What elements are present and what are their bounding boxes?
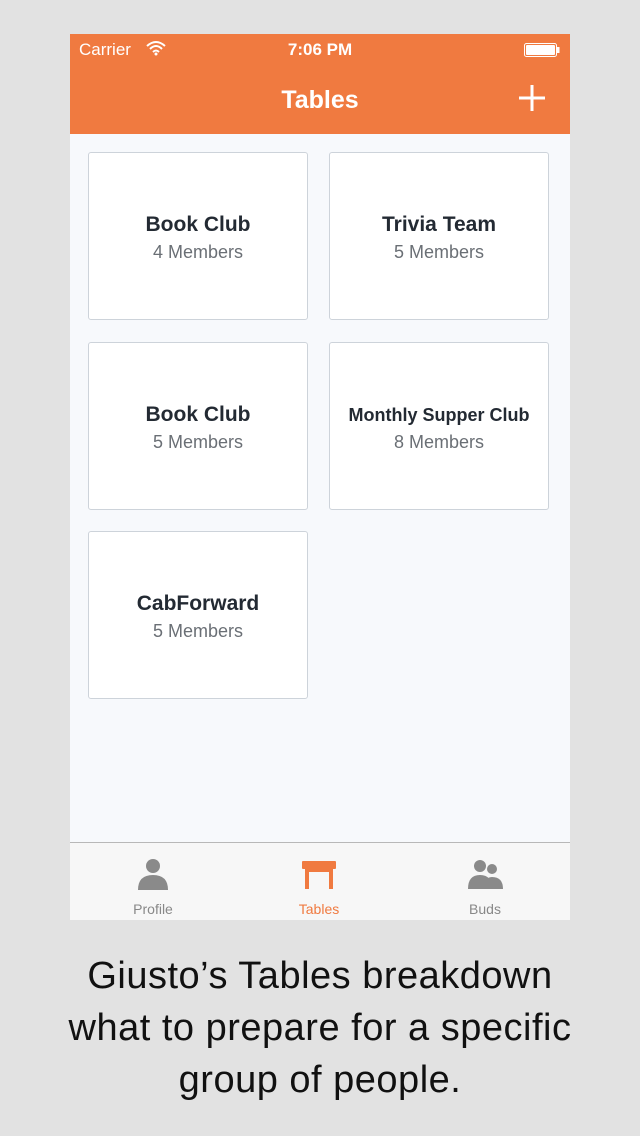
table-card-trivia-team[interactable]: Trivia Team 5 Members (329, 152, 549, 320)
table-member-count: 8 Members (393, 432, 485, 452)
tab-label: Buds (469, 901, 501, 917)
table-name: Book Club (145, 403, 251, 426)
table-name: Book Club (145, 213, 251, 236)
group-icon (468, 860, 503, 889)
table-name: CabForward (136, 592, 260, 615)
tab-tables[interactable]: Tables (236, 843, 402, 920)
tab-label: Tables (298, 901, 340, 917)
person-icon (138, 859, 168, 890)
battery-icon (524, 43, 560, 57)
tab-profile[interactable]: Profile (70, 843, 236, 920)
table-name: Monthly Supper Club (348, 405, 530, 425)
table-name: Trivia Team (381, 213, 496, 236)
phone-screen: Carrier 7:06 PM Tables Book Club 4 Membe… (70, 34, 570, 920)
table-card-cabforward[interactable]: CabForward 5 Members (88, 531, 308, 699)
table-card-book-club-2[interactable]: Book Club 5 Members (88, 342, 308, 510)
status-bar: Carrier 7:06 PM (70, 34, 570, 64)
caption-line-2: what to prepare for a specific (68, 1007, 572, 1049)
table-member-count: 5 Members (393, 242, 485, 262)
table-member-count: 4 Members (152, 242, 244, 262)
page-title: Tables (281, 86, 359, 114)
navigation-bar: Tables (70, 64, 570, 134)
plus-icon[interactable] (514, 80, 550, 116)
tab-label: Profile (133, 901, 173, 917)
tab-buds[interactable]: Buds (402, 843, 568, 920)
table-icon (302, 861, 336, 889)
table-member-count: 5 Members (152, 621, 244, 641)
status-time: 7:06 PM (287, 40, 353, 59)
caption-line-1: Giusto’s Tables breakdown (87, 955, 553, 997)
tab-bar: Profile Tables Buds (70, 842, 570, 920)
caption-line-3: group of people. (178, 1059, 462, 1101)
table-card-monthly-supper-club[interactable]: Monthly Supper Club 8 Members (329, 342, 549, 510)
table-member-count: 5 Members (152, 432, 244, 452)
marketing-caption: Giusto’s Tables breakdown what to prepar… (0, 950, 640, 1106)
table-card-book-club[interactable]: Book Club 4 Members (88, 152, 308, 320)
